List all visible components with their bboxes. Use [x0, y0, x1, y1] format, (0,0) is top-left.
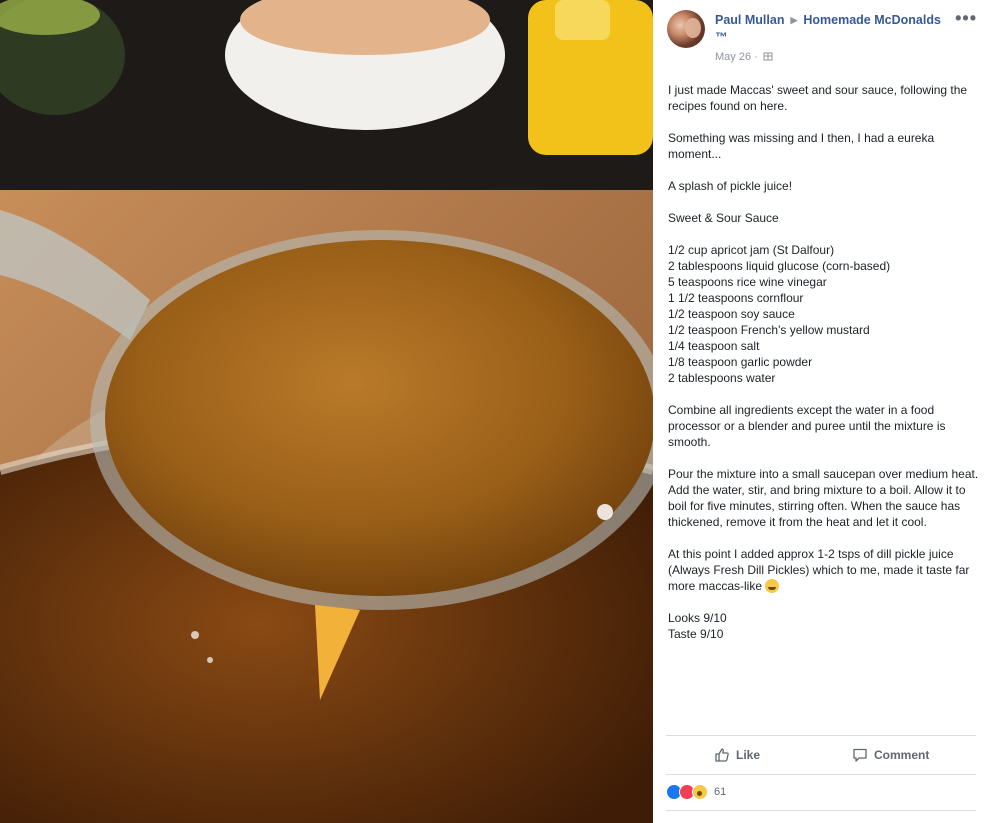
post-date[interactable]: May 26	[715, 51, 751, 63]
shared-to-arrow-icon: ▶	[790, 15, 798, 25]
recipe-ingredients: 1/2 cup apricot jam (St Dalfour) 2 table…	[668, 243, 891, 385]
post-actions-bar: Like Comment	[666, 735, 976, 775]
post-photo[interactable]	[0, 0, 653, 823]
meta-separator: ·	[754, 51, 758, 63]
like-label: Like	[736, 748, 761, 762]
reaction-count[interactable]: 61	[714, 786, 726, 798]
author-name-link[interactable]: Paul Mullan	[715, 13, 784, 27]
like-button[interactable]: Like	[714, 736, 760, 774]
post-paragraph: A splash of pickle juice!	[668, 179, 793, 193]
author-avatar[interactable]	[667, 10, 705, 48]
comment-bubble-icon	[853, 748, 867, 762]
post-paragraph: Pour the mixture into a small saucepan o…	[668, 467, 979, 529]
group-suffix: ™	[715, 30, 728, 44]
laughing-tears-emoji-icon	[765, 579, 780, 593]
post-meta: May 26 ·	[715, 51, 773, 63]
globe-icon[interactable]	[763, 51, 773, 61]
post-panel: Paul Mullan ▶ Homemade McDonalds ™ ••• May…	[653, 0, 986, 823]
group-name-link[interactable]: Homemade McDonalds	[803, 13, 941, 27]
post-paragraph: Sweet & Sour Sauce	[668, 211, 779, 225]
post-title-line: Paul Mullan ▶ Homemade McDonalds ™	[715, 12, 977, 45]
comment-label: Comment	[874, 748, 930, 762]
post-body: I just made Maccas' sweet and sour sauce…	[668, 82, 980, 658]
post-paragraph-with-emoji: At this point I added approx 1-2 tsps of…	[668, 546, 980, 594]
post-header: Paul Mullan ▶ Homemade McDonalds ™ ••• May…	[667, 9, 977, 68]
post-rating: Looks 9/10 Taste 9/10	[668, 611, 727, 641]
reaction-summary[interactable]: 61	[666, 782, 726, 802]
post-paragraph: I just made Maccas' sweet and sour sauce…	[668, 83, 968, 113]
more-options-icon[interactable]: •••	[955, 9, 977, 27]
sauce-spoon-image	[0, 0, 653, 823]
post-paragraph: At this point I added approx 1-2 tsps of…	[668, 547, 970, 593]
wow-reaction-icon	[692, 784, 708, 800]
divider	[666, 810, 976, 811]
comment-button[interactable]: Comment	[852, 736, 929, 774]
post-paragraph: Something was missing and I then, I had …	[668, 131, 935, 161]
post-paragraph: Combine all ingredients except the water…	[668, 403, 946, 449]
thumbs-up-icon	[715, 748, 729, 762]
